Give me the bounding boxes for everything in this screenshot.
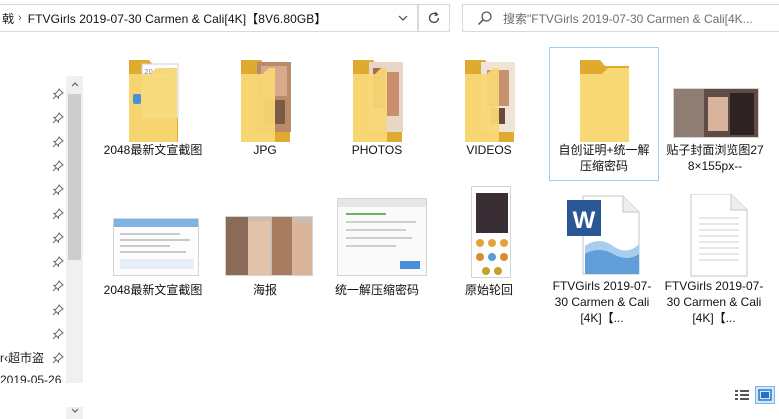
navigation-pane: r‹超市盗 2019-05-26 xyxy=(0,36,84,419)
file-item[interactable]: 2048最新文宣截图 xyxy=(98,194,208,298)
scrollbar-thumb[interactable] xyxy=(68,94,81,260)
breadcrumb-previous[interactable]: 戟 xyxy=(2,10,14,27)
folder-photo-icon xyxy=(339,48,415,142)
pin-icon[interactable] xyxy=(52,88,64,100)
file-item[interactable]: JPG xyxy=(210,48,320,158)
details-view-button[interactable] xyxy=(732,386,752,404)
file-name: 贴子封面浏览图278×155px-- xyxy=(666,143,764,173)
address-bar[interactable]: 戟 › FTVGirls 2019-07-30 Carmen & Cali[4K… xyxy=(0,4,418,32)
file-name: 原始轮回 xyxy=(464,283,513,297)
image-thumbnail xyxy=(459,186,519,282)
details-view-icon xyxy=(735,390,749,400)
search-box[interactable]: 搜索"FTVGirls 2019-07-30 Carmen & Cali[4K.… xyxy=(462,4,779,32)
large-icons-view-icon xyxy=(758,389,772,401)
file-name: PHOTOS xyxy=(351,143,403,157)
nav-scrollbar[interactable] xyxy=(66,76,83,419)
pin-icon[interactable] xyxy=(52,304,64,316)
pin-icon[interactable] xyxy=(52,184,64,196)
refresh-button[interactable] xyxy=(418,4,450,32)
scroll-up-arrow-icon[interactable] xyxy=(66,76,83,93)
pin-icon[interactable] xyxy=(52,208,64,220)
refresh-icon xyxy=(428,11,440,24)
file-item[interactable]: 原始轮回 xyxy=(434,186,544,298)
file-name: 自创证明+统一解压缩密码 xyxy=(558,143,650,173)
pin-icon[interactable] xyxy=(52,280,64,292)
breadcrumb-separator-icon[interactable]: › xyxy=(18,12,22,24)
image-thumbnail xyxy=(105,194,201,282)
status-bar xyxy=(0,383,779,407)
folder-photo-icon xyxy=(451,48,527,142)
file-item[interactable]: VIDEOS xyxy=(434,48,544,158)
pin-icon[interactable] xyxy=(52,232,64,244)
file-name: FTVGirls 2019-07-30 Carmen & Cali[4K]【..… xyxy=(552,279,652,325)
file-item[interactable]: 统一解压缩密码 xyxy=(322,194,432,298)
address-history-dropdown[interactable] xyxy=(387,4,418,32)
file-name: FTVGirls 2019-07-30 Carmen & Cali[4K]【..… xyxy=(664,279,764,325)
file-name: VIDEOS xyxy=(466,143,512,157)
pin-icon[interactable] xyxy=(52,256,64,268)
pin-icon[interactable] xyxy=(52,160,64,172)
file-item[interactable]: 2048论坛 2048最新文宣截图 xyxy=(98,48,208,158)
search-icon xyxy=(477,11,492,26)
toolbar: 戟 › FTVGirls 2019-07-30 Carmen & Cali[4K… xyxy=(0,0,779,36)
file-item[interactable]: 贴子封面浏览图278×155px-- xyxy=(660,48,770,174)
large-icons-view-button[interactable] xyxy=(755,386,775,404)
pin-icon[interactable] xyxy=(52,352,64,364)
folder-photo-icon xyxy=(227,48,303,142)
pin-icon[interactable] xyxy=(52,112,64,124)
chevron-down-icon xyxy=(398,15,407,21)
file-name: JPG xyxy=(253,143,277,157)
nav-item-partial-1[interactable]: r‹超市盗 xyxy=(0,349,44,366)
text-document-icon xyxy=(671,193,757,278)
image-thumbnail xyxy=(329,194,427,282)
file-item-selected[interactable]: 自创证明+统一解压缩密码 xyxy=(549,47,659,181)
folder-icon: 2048论坛 xyxy=(115,48,191,142)
pin-icon[interactable] xyxy=(52,328,64,340)
file-name: 统一解压缩密码 xyxy=(334,283,419,297)
breadcrumb-current[interactable]: FTVGirls 2019-07-30 Carmen & Cali[4K]【8V… xyxy=(28,10,327,27)
file-name: 2048最新文宣截图 xyxy=(103,283,203,297)
image-thumbnail xyxy=(217,194,313,282)
pin-icon[interactable] xyxy=(52,136,64,148)
image-thumbnail xyxy=(667,48,763,142)
search-placeholder: 搜索"FTVGirls 2019-07-30 Carmen & Cali[4K.… xyxy=(503,11,753,26)
file-item[interactable]: W FTVGirls 2019-07-30 Carmen & Cali[4K]【… xyxy=(547,194,657,326)
file-name: 2048最新文宣截图 xyxy=(103,143,203,157)
word-document-icon: W xyxy=(559,194,645,278)
file-name: 海报 xyxy=(252,283,277,297)
folder-icon xyxy=(566,48,642,142)
file-item[interactable]: 海报 xyxy=(210,194,320,298)
svg-text:W: W xyxy=(573,207,596,234)
file-item[interactable]: FTVGirls 2019-07-30 Carmen & Cali[4K]【..… xyxy=(659,193,769,326)
file-item[interactable]: PHOTOS xyxy=(322,48,432,158)
